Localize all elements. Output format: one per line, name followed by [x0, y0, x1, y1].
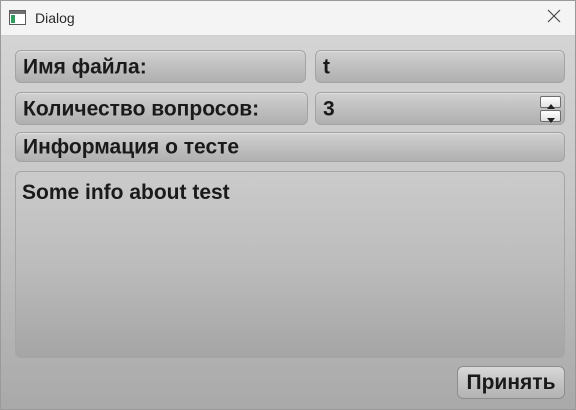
close-icon [547, 9, 561, 28]
questions-count-label-text: Количество вопросов: [23, 97, 260, 120]
close-button[interactable] [541, 7, 567, 29]
filename-label-text: Имя файла: [23, 55, 147, 78]
questions-count-spinbox[interactable]: 3 [315, 92, 565, 125]
chevron-down-icon [546, 106, 555, 125]
test-info-header-text: Информация о тесте [23, 135, 240, 159]
window-title: Dialog [35, 10, 75, 26]
accept-button-label: Принять [466, 370, 556, 394]
filename-label: Имя файла: [15, 50, 306, 83]
filename-input-value: t [323, 55, 330, 78]
test-info-text: Some info about test [22, 181, 230, 204]
title-bar[interactable]: Dialog [1, 1, 575, 36]
dialog-window-icon [9, 10, 26, 25]
dialog-content: Имя файла: t Количество вопросов: 3 Инфо… [1, 36, 575, 409]
questions-count-value: 3 [323, 97, 335, 120]
test-info-header: Информация о тесте [15, 132, 565, 162]
test-info-textarea[interactable]: Some info about test [15, 171, 565, 358]
dialog-window: Dialog Имя файла: t Количество вопросов:… [0, 0, 576, 410]
questions-count-label: Количество вопросов: [15, 92, 308, 125]
filename-input[interactable]: t [315, 50, 565, 83]
spin-down-button[interactable] [540, 110, 561, 123]
accept-button[interactable]: Принять [457, 366, 565, 399]
